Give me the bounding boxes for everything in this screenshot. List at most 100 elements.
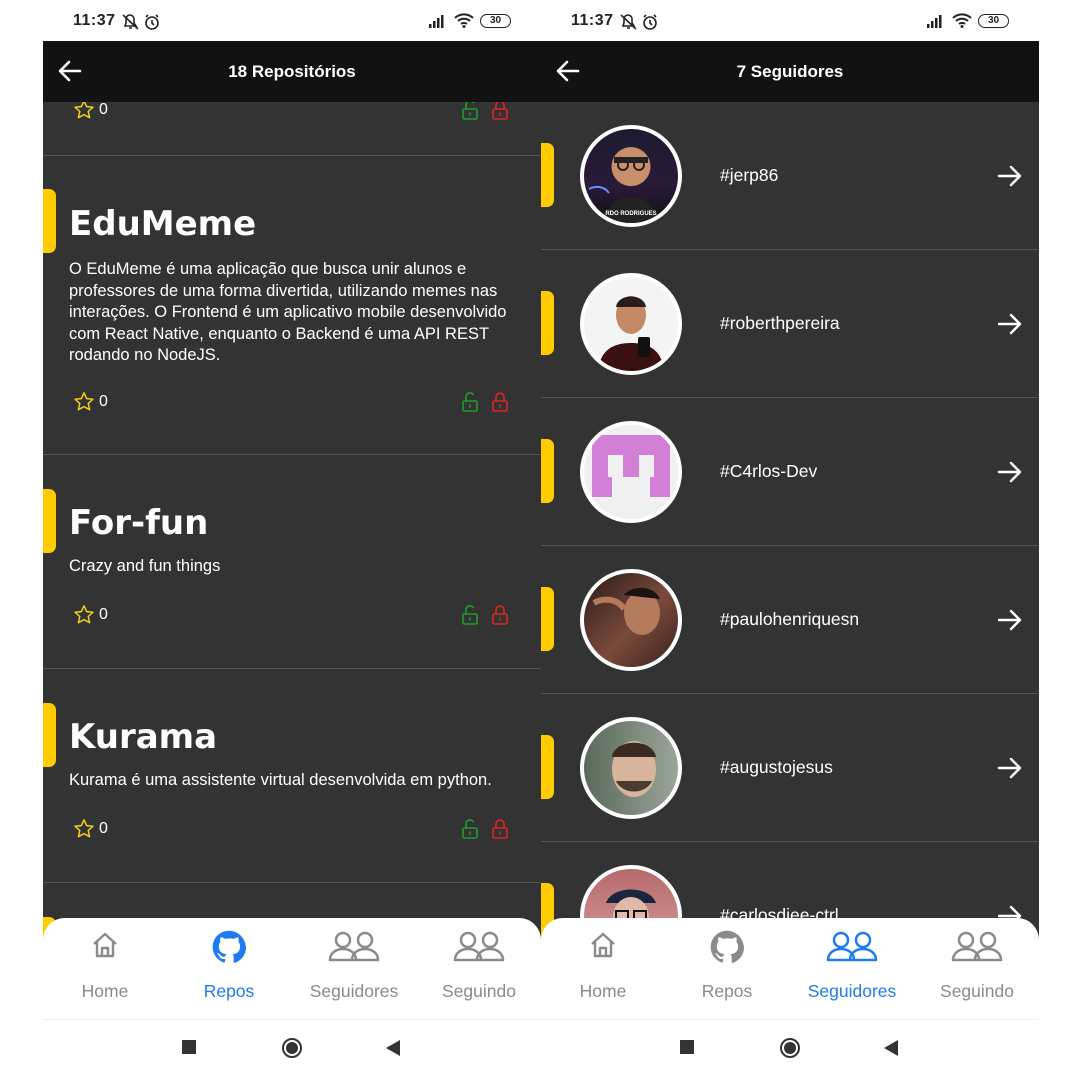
home-nav-button[interactable] <box>281 1037 303 1064</box>
repo-description: O EduMeme é uma aplicação que busca unir… <box>69 260 507 364</box>
open-follower-button[interactable] <box>997 164 1023 193</box>
status-time: 11:37 <box>571 12 614 29</box>
avatar <box>580 717 682 819</box>
status-system-icons: 30 <box>926 13 1009 28</box>
follower-row[interactable]: #roberthpereira <box>541 250 1039 398</box>
circle-icon <box>780 1038 800 1058</box>
follower-row[interactable]: #paulohenriquesn <box>541 546 1039 694</box>
star-count-value: 0 <box>99 606 108 623</box>
visibility-icons <box>461 102 509 120</box>
app-header: 18 Repositórios <box>43 41 541 102</box>
arrow-right-icon <box>997 313 1022 335</box>
card-accent-marker <box>43 703 56 767</box>
star-count: 0 <box>73 818 108 840</box>
repo-description: Kurama é uma assistente virtual desenvol… <box>69 771 492 789</box>
star-icon <box>74 819 94 838</box>
recents-button[interactable] <box>679 1039 695 1060</box>
repo-name: EduMeme <box>69 204 257 244</box>
mute-alarm-icon <box>122 14 159 30</box>
bottom-tab-bar: Home Repos Seguidores Seguindo <box>43 918 541 1020</box>
tab-seguindo[interactable]: Seguindo <box>417 918 541 1020</box>
card-accent-marker <box>43 189 56 253</box>
system-navigation-bar <box>43 1020 541 1080</box>
star-count: 0 <box>73 604 108 626</box>
github-icon <box>710 930 744 963</box>
star-count-value: 0 <box>99 820 108 837</box>
card-accent-marker <box>43 489 56 553</box>
mute-alarm-icon <box>620 14 657 30</box>
repo-card-partial[interactable]: 0 <box>43 102 541 156</box>
signal-icon <box>429 14 444 28</box>
tab-repos[interactable]: Repos <box>665 918 789 1020</box>
users-icon <box>328 931 380 962</box>
tab-label: Home <box>81 981 129 1001</box>
lock-icon <box>492 102 508 120</box>
tab-home[interactable]: Home <box>43 918 167 1020</box>
follower-row[interactable]: #augustojesus <box>541 694 1039 842</box>
back-nav-button[interactable] <box>385 1039 401 1062</box>
battery-indicator: 30 <box>978 13 1009 28</box>
signal-icon <box>927 14 942 28</box>
tab-home[interactable]: Home <box>541 918 665 1020</box>
tab-label: Seguidores <box>309 981 399 1001</box>
back-nav-button[interactable] <box>883 1039 899 1062</box>
status-bar: 11:37 30 <box>43 0 541 41</box>
repo-description: Crazy and fun things <box>69 557 221 575</box>
avatar <box>580 421 682 523</box>
tab-repos[interactable]: Repos <box>167 918 291 1020</box>
unlock-icon <box>462 819 478 839</box>
page-title: 7 Seguidores <box>736 62 844 81</box>
repo-card[interactable]: EduMeme O EduMeme é uma aplicação que bu… <box>43 156 541 455</box>
repo-card[interactable]: For-fun Crazy and fun things 0 <box>43 455 541 669</box>
users-icon <box>826 931 878 962</box>
status-time: 11:37 <box>73 12 116 29</box>
system-navigation-bar <box>541 1020 1039 1080</box>
app-header: 7 Seguidores <box>541 41 1039 102</box>
github-icon <box>212 930 246 963</box>
square-icon <box>182 1040 196 1054</box>
star-icon <box>74 392 94 411</box>
follower-row[interactable]: #C4rlos-Dev <box>541 398 1039 546</box>
open-follower-button[interactable] <box>997 312 1023 341</box>
lock-icon <box>492 819 508 839</box>
avatar <box>580 273 682 375</box>
status-notification-icons <box>620 13 660 36</box>
tab-seguidores[interactable]: Seguidores <box>790 918 914 1020</box>
wifi-icon <box>952 13 972 28</box>
star-icon <box>74 605 94 624</box>
tab-seguidores[interactable]: Seguidores <box>292 918 416 1020</box>
square-icon <box>680 1040 694 1054</box>
tab-seguindo[interactable]: Seguindo <box>915 918 1039 1020</box>
home-nav-button[interactable] <box>779 1037 801 1064</box>
home-icon <box>591 932 615 958</box>
star-icon <box>74 102 94 119</box>
status-bar: 11:37 30 <box>541 0 1039 41</box>
avatar-photo-icon <box>598 296 664 371</box>
arrow-right-icon <box>997 757 1022 779</box>
arrow-right-icon <box>997 461 1022 483</box>
repo-card[interactable]: Kurama Kurama é uma assistente virtual d… <box>43 669 541 883</box>
avatar-caption: RDO RODRIGUES <box>605 211 657 217</box>
row-accent-marker <box>541 439 554 503</box>
repo-name: Kurama <box>69 717 218 757</box>
open-follower-button[interactable] <box>997 460 1023 489</box>
arrow-right-icon <box>997 609 1022 631</box>
avatar-photo-icon <box>592 587 660 635</box>
avatar-photo-icon <box>588 157 656 223</box>
open-follower-button[interactable] <box>997 608 1023 637</box>
unlock-icon <box>462 102 478 120</box>
circle-icon <box>282 1038 302 1058</box>
triangle-back-icon <box>884 1040 898 1056</box>
recents-button[interactable] <box>181 1039 197 1060</box>
repos-screen: 11:37 30 18 Repositórios 0 EduMeme O Edu… <box>43 0 541 1080</box>
tab-label: Seguindo <box>442 981 516 1001</box>
open-follower-button[interactable] <box>997 756 1023 785</box>
arrow-right-icon <box>997 165 1022 187</box>
tab-label: Seguindo <box>940 981 1014 1001</box>
visibility-icons <box>461 392 509 412</box>
star-count-value: 0 <box>99 393 108 410</box>
users-icon <box>951 931 1003 962</box>
follower-row[interactable]: RDO RODRIGUES #jerp86 <box>541 102 1039 250</box>
follower-login: #roberthpereira <box>720 313 840 333</box>
follower-login: #augustojesus <box>720 757 833 777</box>
